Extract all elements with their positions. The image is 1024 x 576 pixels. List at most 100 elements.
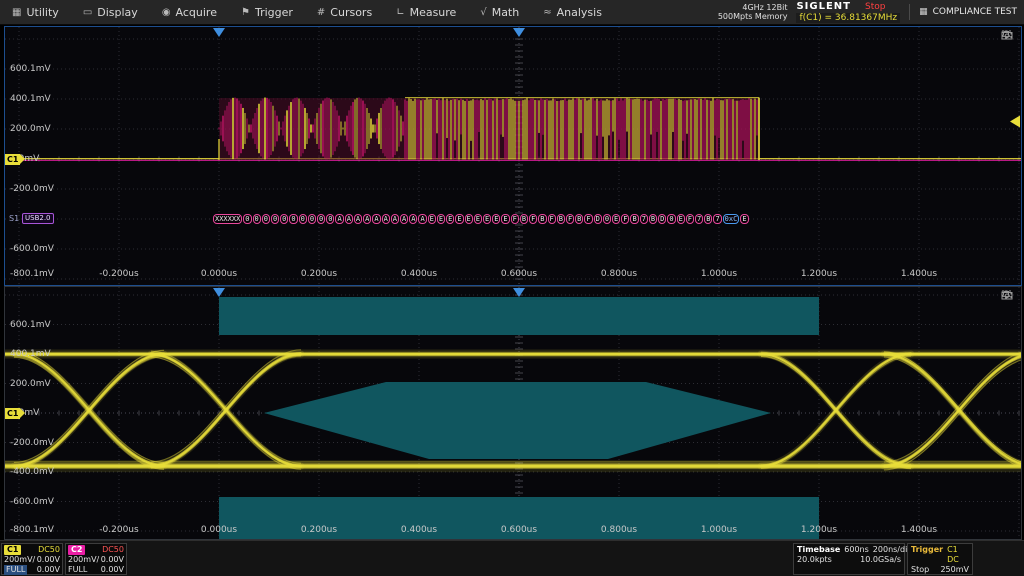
eye-diagram-grid[interactable]: 600.1mV400.1mV200.0mV0.0mV-200.0mV-400.0…: [4, 286, 1022, 540]
menu-label: Analysis: [557, 6, 602, 19]
c1-scale: 200mV/: [4, 555, 35, 565]
c2-coupling: DC50: [102, 545, 124, 555]
x-axis-label: 0.800us: [596, 525, 642, 535]
decode-token: E: [501, 214, 509, 224]
decode-token: A: [363, 214, 371, 224]
c2-scale: 200mV/: [68, 555, 99, 565]
decode-token: A: [354, 214, 362, 224]
decode-token: 0: [243, 214, 251, 224]
menu-utility[interactable]: ▦Utility: [0, 0, 71, 24]
trigger-position-marker[interactable]: [513, 288, 525, 297]
decode-bus-id: S1: [9, 214, 19, 223]
decode-token: 7: [695, 214, 703, 224]
waveform-grid-top[interactable]: 600.1mV400.1mV200.0mV0.0mV-200.0mV-600.0…: [4, 26, 1022, 286]
decode-token: E: [483, 214, 491, 224]
x-axis-label: 1.000us: [696, 269, 742, 279]
trigger-level: 250mV: [940, 565, 969, 575]
decode-token: D: [594, 214, 602, 224]
decode-token: 0: [262, 214, 270, 224]
decode-token: XXXXXX: [213, 214, 242, 224]
timebase-box[interactable]: Timebase600ns200ns/div 20.0kpts10.0GSa/s: [793, 543, 905, 575]
acquisition-info: 4GHz 12Bit 500Mpts Memory: [718, 3, 788, 21]
y-axis-label: 200.0mV: [10, 124, 51, 134]
decode-token: A: [335, 214, 343, 224]
run-state-indicator[interactable]: Stop: [865, 2, 885, 12]
frequency-readout: f(C1) = 36.81367MHz: [796, 13, 900, 23]
x-axis-label: 0.000us: [196, 525, 242, 535]
decode-token: E: [492, 214, 500, 224]
decode-token: B: [538, 214, 546, 224]
timebase-title: Timebase: [797, 545, 840, 555]
status-bar: C1DC50 200mV/0.00V FULL0.00V C2DC50 200m…: [0, 540, 1024, 576]
decode-token: A: [391, 214, 399, 224]
measure-icon: ∟: [396, 7, 404, 18]
decode-token: E: [677, 214, 685, 224]
mask-top: [219, 297, 819, 335]
menu-label: Utility: [26, 6, 58, 19]
brand-logo: SIGLENT: [796, 2, 851, 12]
y-axis-label: -800.1mV: [10, 525, 54, 535]
decode-result-row: XXXXXX0000000000AAAAAAAAAAEEEEEEEEEFBFBF…: [213, 213, 769, 225]
menu-acquire[interactable]: ◉Acquire: [150, 0, 229, 24]
decode-bus-type[interactable]: USB2.0: [22, 213, 54, 224]
decode-token: B: [557, 214, 565, 224]
menu-cursors[interactable]: #Cursors: [305, 0, 384, 24]
decode-token: 0: [603, 214, 611, 224]
decode-token: D: [658, 214, 666, 224]
c1-channel-marker[interactable]: C1: [5, 154, 20, 165]
trigger-level-marker[interactable]: [1010, 116, 1020, 128]
decode-token: F: [686, 214, 694, 224]
menu-trigger[interactable]: ⚑Trigger: [229, 0, 305, 24]
c1-coupling: DC50: [38, 545, 60, 555]
y-axis-label: 600.1mV: [10, 320, 51, 330]
y-axis-label: 600.1mV: [10, 64, 51, 74]
c1-channel-marker[interactable]: C1: [5, 408, 20, 419]
x-axis-label: 1.400us: [896, 269, 942, 279]
menu-items: ▦Utility▭Display◉Acquire⚑Trigger#Cursors…: [0, 0, 614, 24]
trigger-box[interactable]: TriggerC1 DC Stop250mV PulseNegative: [907, 543, 973, 575]
trigger-title: Trigger: [911, 545, 943, 565]
decode-token: 0: [253, 214, 261, 224]
trigger-position-marker[interactable]: [213, 28, 225, 37]
c2-bandwidth: FULL: [68, 565, 87, 575]
decode-token: B: [520, 214, 528, 224]
c1-badge[interactable]: C1: [4, 545, 21, 555]
decode-token: A: [418, 214, 426, 224]
x-axis-label: 1.200us: [796, 525, 842, 535]
decode-token: F: [566, 214, 574, 224]
menu-display[interactable]: ▭Display: [71, 0, 150, 24]
decode-token: 0: [308, 214, 316, 224]
x-axis-label: 0.400us: [396, 525, 442, 535]
menu-label: Math: [492, 6, 520, 19]
brand-block: SIGLENT Stop f(C1) = 36.81367MHz: [796, 2, 900, 23]
decode-token: E: [437, 214, 445, 224]
y-axis-label: -600.0mV: [10, 497, 54, 507]
x-axis-label: 1.000us: [696, 525, 742, 535]
memory-label: 500Mpts Memory: [718, 12, 788, 21]
decode-token: B: [575, 214, 583, 224]
acquire-icon: ◉: [162, 7, 171, 18]
decode-token: B: [704, 214, 712, 224]
trigger-position-marker[interactable]: [513, 28, 525, 37]
menu-analysis[interactable]: ≈Analysis: [531, 0, 614, 24]
channel-c2-box[interactable]: C2DC50 200mV/0.00V FULL0.00V: [65, 543, 127, 575]
trigger-position-marker[interactable]: [213, 288, 225, 297]
compliance-test-button[interactable]: ▦ COMPLIANCE TEST: [909, 4, 1021, 20]
menu-math[interactable]: √Math: [468, 0, 531, 24]
x-axis-label: 0.800us: [596, 269, 642, 279]
decode-token: F: [511, 214, 519, 224]
channel-c1-box[interactable]: C1DC50 200mV/0.00V FULL0.00V: [1, 543, 63, 575]
cursors-icon: #: [317, 7, 325, 18]
decode-token: F: [548, 214, 556, 224]
menu-measure[interactable]: ∟Measure: [384, 0, 468, 24]
decode-token: E: [446, 214, 454, 224]
y-axis-label: -400.0mV: [10, 467, 54, 477]
c1-bandwidth: FULL: [4, 565, 27, 575]
decode-token: F: [529, 214, 537, 224]
y-axis-label: -200.0mV: [10, 438, 54, 448]
mask-center: [264, 382, 771, 459]
c2-badge[interactable]: C2: [68, 545, 85, 555]
menu-bar: ▦Utility▭Display◉Acquire⚑Trigger#Cursors…: [0, 0, 1024, 25]
decode-token: E: [740, 214, 748, 224]
decode-token: 0: [271, 214, 279, 224]
